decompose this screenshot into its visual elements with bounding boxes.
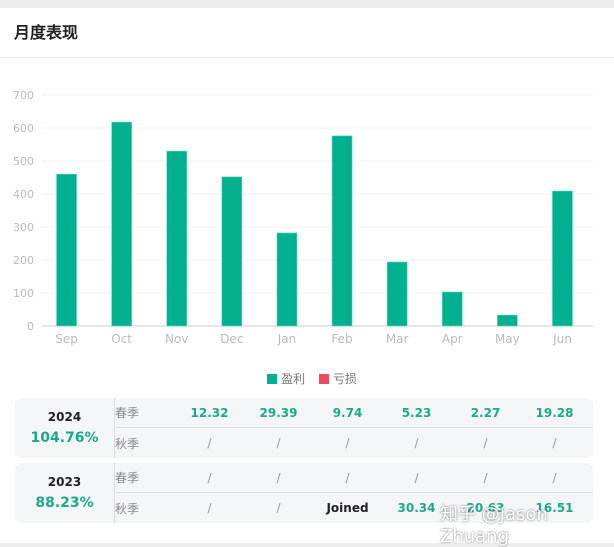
bar-may[interactable] xyxy=(497,314,518,327)
y-tick-label: 0 xyxy=(27,320,34,333)
year-return: 104.76% xyxy=(30,430,99,446)
bar-mar[interactable] xyxy=(386,261,408,327)
y-tick-label: 100 xyxy=(13,287,34,300)
x-tick-label: Oct xyxy=(111,332,132,346)
bar-jan[interactable] xyxy=(276,232,298,327)
x-tick-label: Feb xyxy=(331,332,352,346)
y-tick-label: 700 xyxy=(13,89,34,102)
legend-loss[interactable]: 亏损 xyxy=(333,370,357,387)
bar-sep[interactable] xyxy=(56,173,77,327)
season-label: 春季 xyxy=(115,471,140,485)
watermark: 知乎 @Jason Zhuang xyxy=(440,504,548,547)
table-cell: 5.23 xyxy=(401,405,432,420)
season-row: 春季 12.32 29.39 9.74 5.23 2.27 19.28 xyxy=(115,398,593,428)
table-cell: / xyxy=(345,470,350,485)
table-cell: 19.28 xyxy=(535,405,574,420)
bar-apr[interactable] xyxy=(441,291,463,327)
table-cell: 2.27 xyxy=(470,405,501,420)
y-tick-label: 300 xyxy=(13,221,34,234)
table-cell: / xyxy=(276,436,281,450)
table-cell: / xyxy=(552,436,557,450)
table-cell: 29.39 xyxy=(259,405,298,420)
bar-chart: 0 100 200 300 400 500 600 700 Sep Oct Nov Dec Jan Feb… xyxy=(13,89,593,346)
year-summary: 2023 88.23% xyxy=(15,463,115,523)
table-cell: / xyxy=(276,470,281,485)
x-tick-label: Mar xyxy=(386,332,409,346)
bar-jun[interactable] xyxy=(552,190,573,327)
table-cell: / xyxy=(207,436,212,450)
year-label: 2024 xyxy=(47,410,82,424)
x-tick-label: May xyxy=(495,332,520,346)
bar-dec[interactable] xyxy=(221,176,243,327)
table-cell: Joined xyxy=(326,501,369,515)
season-label: 春季 xyxy=(115,406,140,420)
table-cell: / xyxy=(207,501,212,515)
x-tick-label: Jan xyxy=(277,332,297,346)
legend-swatch-loss xyxy=(318,373,329,384)
bar-nov[interactable] xyxy=(166,150,188,327)
x-tick-label: Nov xyxy=(165,332,188,346)
y-tick-label: 200 xyxy=(13,254,34,267)
table-cell: / xyxy=(552,470,557,485)
table-cell: / xyxy=(414,470,419,485)
page-title: 月度表现 xyxy=(0,8,614,58)
year-label: 2023 xyxy=(47,475,82,489)
legend-swatch-profit xyxy=(267,373,278,384)
table-cell: / xyxy=(345,436,350,450)
monthly-performance-card: 月度表现 0 100 200 300 400 500 600 700 Sep Oct Nov Dec J… xyxy=(0,8,614,543)
x-tick-label: Jun xyxy=(552,332,572,346)
table-cell: 9.74 xyxy=(332,405,363,420)
season-row: 春季 / / / / / / xyxy=(115,463,593,493)
bar-feb[interactable] xyxy=(331,135,353,327)
table-cell: / xyxy=(414,436,419,450)
y-tick-label: 600 xyxy=(13,122,34,135)
x-tick-label: Sep xyxy=(55,332,78,346)
season-label: 秋季 xyxy=(115,501,140,516)
table-cell: / xyxy=(483,436,488,450)
x-tick-label: Apr xyxy=(442,332,463,346)
y-tick-label: 500 xyxy=(13,155,34,168)
chart-legend: 盈利 亏损 xyxy=(0,370,614,387)
table-cell: / xyxy=(207,470,212,485)
table-cell: 12.32 xyxy=(190,405,229,420)
legend-profit[interactable]: 盈利 xyxy=(281,370,305,387)
season-label: 秋季 xyxy=(115,436,140,451)
year-return: 88.23% xyxy=(35,495,94,511)
year-block-2024: 2024 104.76% 春季 12.32 29.39 9.74 5.23 2.27 19.28… xyxy=(15,398,593,458)
bar-oct[interactable] xyxy=(111,121,132,327)
year-summary: 2024 104.76% xyxy=(15,398,115,458)
table-cell: / xyxy=(483,470,488,485)
season-row: 秋季 / / / / / / xyxy=(115,428,593,458)
y-tick-label: 400 xyxy=(13,188,34,201)
x-tick-label: Dec xyxy=(220,332,243,346)
table-cell: / xyxy=(276,501,281,515)
